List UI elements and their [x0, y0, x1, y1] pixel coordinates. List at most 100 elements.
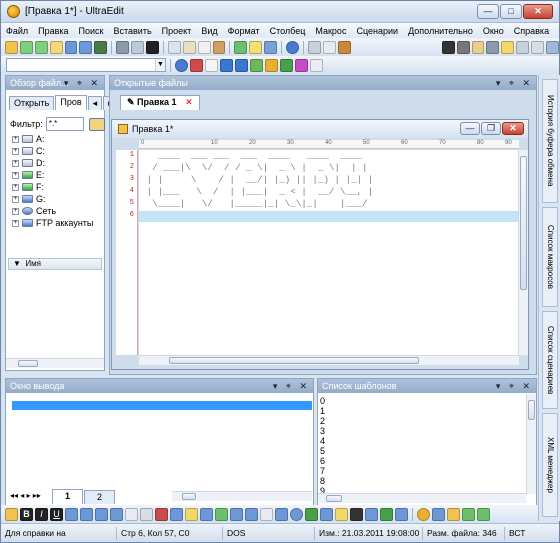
tools-icon[interactable]: [212, 40, 226, 54]
toolbar-grip-icon[interactable]: [5, 507, 18, 521]
tree-item-network[interactable]: + Сеть: [12, 206, 56, 216]
sort-icon[interactable]: [516, 40, 530, 54]
menu-macro[interactable]: Макрос: [310, 26, 351, 36]
column-mode-icon[interactable]: [182, 40, 196, 54]
format-icon[interactable]: [200, 507, 213, 521]
menu-help[interactable]: Справка: [509, 26, 554, 36]
template-vscroll[interactable]: [526, 394, 536, 494]
tab-explorer[interactable]: Пров: [55, 95, 87, 110]
template-hscroll[interactable]: [318, 493, 526, 503]
side-tab-script-list[interactable]: Список сценариев: [542, 311, 558, 409]
format-icon[interactable]: [447, 507, 460, 521]
template-item[interactable]: 6: [320, 456, 325, 466]
menu-window[interactable]: Окно: [478, 26, 509, 36]
menu-column[interactable]: Столбец: [265, 26, 311, 36]
find-combo[interactable]: ▼: [6, 58, 166, 72]
close-button[interactable]: ✕: [523, 4, 553, 19]
msdn-icon[interactable]: [220, 58, 233, 72]
menu-project[interactable]: Проект: [157, 26, 197, 36]
menu-insert[interactable]: Вставить: [109, 26, 157, 36]
menu-edit[interactable]: Правка: [33, 26, 73, 36]
format-icon[interactable]: [365, 507, 378, 521]
format-icon[interactable]: [432, 507, 445, 521]
format-icon[interactable]: [290, 507, 303, 521]
side-tab-macro-list[interactable]: Список макросов: [542, 207, 558, 307]
close-tab-icon[interactable]: ✕: [185, 97, 193, 107]
cut-icon[interactable]: [307, 40, 321, 54]
code-area[interactable]: ____ ___ ___ ___ ____ ____ ____ / ___|\ …: [139, 150, 519, 355]
menu-format[interactable]: Формат: [223, 26, 265, 36]
format-icon[interactable]: [320, 507, 333, 521]
menu-file[interactable]: Файл: [1, 26, 33, 36]
format-icon[interactable]: [335, 507, 348, 521]
format-icon[interactable]: [125, 507, 138, 521]
format-icon[interactable]: [185, 507, 198, 521]
format-icon[interactable]: [155, 507, 168, 521]
paste-icon[interactable]: [337, 40, 351, 54]
underline-icon[interactable]: U: [50, 507, 63, 521]
compare-icon[interactable]: [531, 40, 544, 54]
print-preview-icon[interactable]: [131, 40, 144, 54]
editor-restore-button[interactable]: ❐: [481, 122, 501, 135]
wiki-icon[interactable]: [205, 58, 218, 72]
format-icon[interactable]: [462, 507, 475, 521]
print-icon[interactable]: [116, 40, 130, 54]
ruby-icon[interactable]: [295, 58, 308, 72]
filter-input[interactable]: *.*: [45, 117, 84, 131]
tree-item-e[interactable]: + E:: [12, 170, 45, 180]
tree-item-d[interactable]: + D:: [12, 158, 45, 168]
html-icon[interactable]: [265, 58, 278, 72]
minimize-button[interactable]: —: [477, 4, 499, 19]
file-tree-icon[interactable]: [234, 40, 248, 54]
tree-item-ftp[interactable]: + FTP аккаунты: [12, 218, 93, 228]
template-item[interactable]: 8: [320, 476, 325, 486]
tab-document[interactable]: ✎ Правка 1 ✕: [120, 95, 200, 110]
output-tab-2[interactable]: 2: [84, 490, 116, 504]
template-item[interactable]: 1: [320, 406, 325, 416]
replace-icon[interactable]: [471, 40, 485, 54]
bold-icon[interactable]: B: [20, 507, 33, 521]
template-item[interactable]: 3: [320, 426, 325, 436]
word-wrap-icon[interactable]: [167, 40, 181, 54]
save-all-icon[interactable]: [79, 40, 93, 54]
format-icon[interactable]: [260, 507, 273, 521]
open-folder-icon[interactable]: [88, 117, 105, 131]
windows-icon[interactable]: [310, 58, 323, 72]
output-nav[interactable]: ◂◂ ◂ ▸ ▸▸: [10, 491, 41, 500]
output-window-icon[interactable]: [249, 40, 263, 54]
tree-item-a[interactable]: + A:: [12, 134, 45, 144]
pane-controls[interactable]: ▾ ⌖ ✕: [64, 76, 101, 90]
perl-icon[interactable]: [280, 58, 293, 72]
save-icon[interactable]: [64, 40, 78, 54]
format-icon[interactable]: [95, 507, 108, 521]
find-icon[interactable]: [441, 40, 455, 54]
pane-controls[interactable]: ▾ ⌖ ✕: [496, 76, 533, 90]
italic-icon[interactable]: I: [35, 507, 48, 521]
format-icon[interactable]: [215, 507, 228, 521]
template-item[interactable]: 4: [320, 436, 325, 446]
format-icon[interactable]: [380, 507, 393, 521]
save-as-icon[interactable]: [94, 40, 108, 54]
font-icon[interactable]: [146, 40, 159, 54]
forward-icon[interactable]: [34, 40, 48, 54]
pane-controls[interactable]: ▾ ⌖ ✕: [496, 379, 533, 393]
output-selected-line[interactable]: [12, 401, 312, 410]
new-file-icon[interactable]: [5, 40, 18, 54]
copy-icon[interactable]: [322, 40, 336, 54]
tab-scroll-left[interactable]: ◂: [87, 96, 103, 110]
tree-item-f[interactable]: + F:: [12, 182, 44, 192]
menu-scripts[interactable]: Сценарии: [351, 26, 403, 36]
output-hscroll[interactable]: [172, 491, 312, 501]
dictionary-icon[interactable]: [235, 58, 248, 72]
find-in-files-icon[interactable]: [456, 40, 470, 54]
output-tab-1[interactable]: 1: [52, 489, 84, 504]
format-icon[interactable]: [80, 507, 93, 521]
menu-advanced[interactable]: Дополнительно: [403, 26, 478, 36]
side-tab-clipboard-history[interactable]: История буфера обмена: [542, 79, 558, 203]
template-item[interactable]: 5: [320, 446, 325, 456]
open-folder-icon[interactable]: [49, 40, 63, 54]
menu-view[interactable]: Вид: [196, 26, 222, 36]
format-icon[interactable]: [140, 507, 153, 521]
format-icon[interactable]: [275, 507, 288, 521]
bookmark-icon[interactable]: [501, 40, 515, 54]
